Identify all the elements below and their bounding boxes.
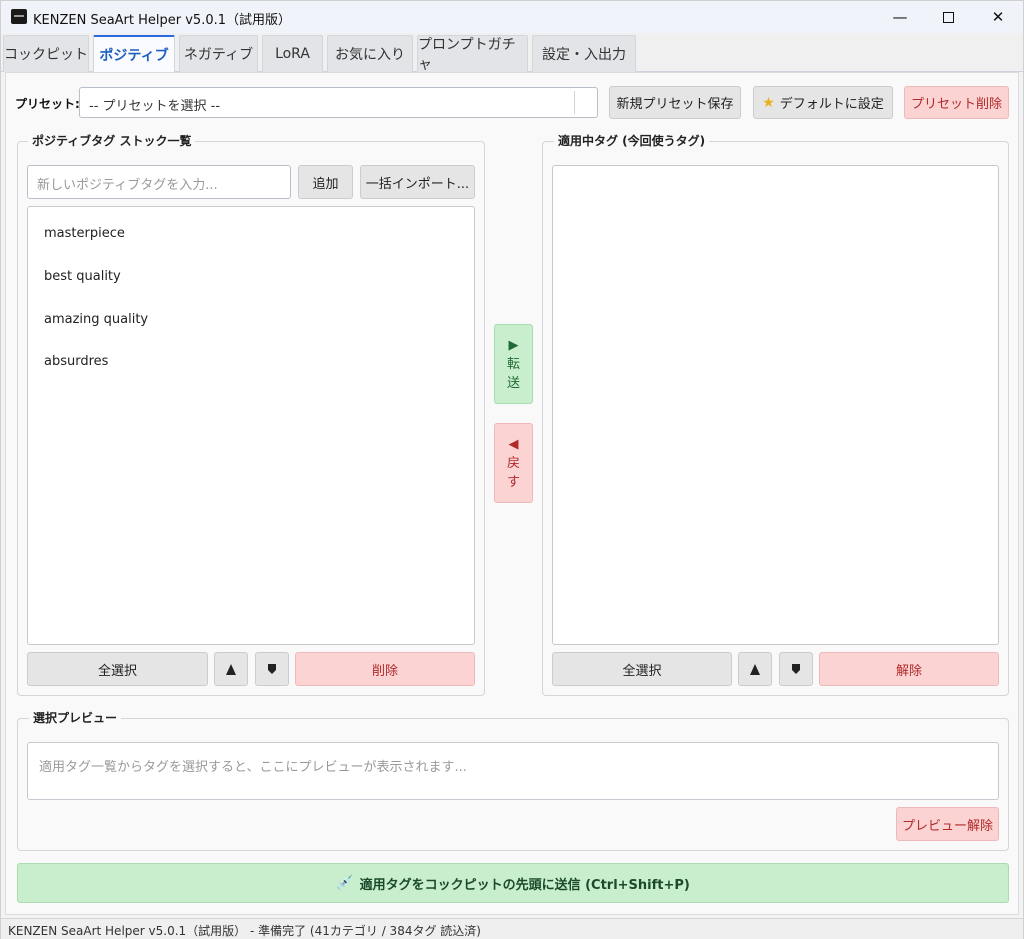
new-tag-input[interactable]: 新しいポジティブタグを入力... [27,165,291,199]
select-divider [574,91,575,114]
clear-preview-button[interactable]: プレビュー解除 [896,807,999,841]
maximize-button[interactable] [925,1,971,33]
preview-title: 選択プレビュー [29,709,122,726]
arrow-left-icon: ◀ [508,436,519,452]
title-bar[interactable]: KENZEN SeaArt Helper v5.0.1（試用版） — ✕ [1,1,1023,33]
tab-prompt-gacha[interactable]: プロンプトガチャ [417,35,528,73]
maximize-icon [942,11,954,23]
add-tag-button[interactable]: 追加 [298,165,353,199]
active-move-up-button[interactable] [738,652,772,686]
star-icon: ★ [762,94,775,111]
transfer-label-2: 送 [506,375,520,391]
set-default-label: デフォルトに設定 [779,97,884,112]
send-to-cockpit-button[interactable]: 💉 適用タグをコックピットの先頭に送信 (Ctrl+Shift+P) [17,863,1009,903]
list-item[interactable]: absurdres [44,354,108,369]
bulk-import-button[interactable]: 一括インポート... [360,165,475,199]
move-down-icon [792,664,800,674]
active-release-button[interactable]: 解除 [819,652,999,686]
set-default-button[interactable]: ★ デフォルトに設定 [753,86,893,119]
list-item[interactable]: masterpiece [44,226,125,241]
tab-lora[interactable]: LoRA [262,35,323,72]
stock-delete-button[interactable]: 削除 [295,652,475,686]
move-up-icon [750,663,760,675]
close-icon: ✕ [991,8,1005,26]
active-select-all-button[interactable]: 全選択 [552,652,732,686]
list-item[interactable]: amazing quality [44,312,148,327]
minimize-button[interactable]: — [877,1,923,33]
syringe-icon: 💉 [336,875,354,891]
return-label-2: す [506,474,520,490]
tab-favorites[interactable]: お気に入り [327,35,413,72]
send-label: 適用タグをコックピットの先頭に送信 (Ctrl+Shift+P) [359,877,690,893]
stock-list[interactable]: masterpiece best quality amazing quality… [27,206,475,645]
app-window: KENZEN SeaArt Helper v5.0.1（試用版） — ✕ コック… [0,0,1024,939]
return-label-1: 戻 [506,455,520,471]
minimize-icon: — [892,8,908,26]
status-bar: KENZEN SeaArt Helper v5.0.1（試用版） - 準備完了 … [1,918,1023,939]
return-button[interactable]: ◀ 戻 す [494,423,533,503]
close-button[interactable]: ✕ [975,1,1021,33]
list-item[interactable]: best quality [44,269,121,284]
move-up-icon [226,663,236,675]
app-logo-icon [11,9,27,24]
arrow-right-icon: ▶ [508,337,519,353]
tab-cockpit[interactable]: コックピット [3,35,89,72]
transfer-button[interactable]: ▶ 転 送 [494,324,533,404]
preview-text-area[interactable]: 適用タグ一覧からタグを選択すると、ここにプレビューが表示されます... [27,742,999,800]
move-down-icon [268,664,276,674]
stock-group-title: ポジティブタグ ストック一覧 [28,132,196,149]
tab-positive[interactable]: ポジティブ [93,35,175,73]
stock-move-up-button[interactable] [214,652,248,686]
preset-select[interactable]: -- プリセットを選択 -- [79,87,598,118]
save-preset-button[interactable]: 新規プリセット保存 [609,86,741,119]
delete-preset-button[interactable]: プリセット削除 [904,86,1009,119]
preset-label: プリセット: [15,97,80,111]
stock-select-all-button[interactable]: 全選択 [27,652,208,686]
active-tags-list[interactable] [552,165,999,645]
window-title: KENZEN SeaArt Helper v5.0.1（試用版） [33,13,292,28]
tab-bar: コックピット ポジティブ ネガティブ LoRA お気に入り プロンプトガチャ 設… [1,33,1023,73]
tab-settings-io[interactable]: 設定・入出力 [532,35,636,72]
transfer-label-1: 転 [506,356,520,372]
tab-negative[interactable]: ネガティブ [179,35,258,72]
active-tags-title: 適用中タグ (今回使うタグ) [554,132,710,149]
preset-select-value: -- プリセットを選択 -- [89,99,221,114]
active-move-down-button[interactable] [779,652,813,686]
stock-move-down-button[interactable] [255,652,289,686]
